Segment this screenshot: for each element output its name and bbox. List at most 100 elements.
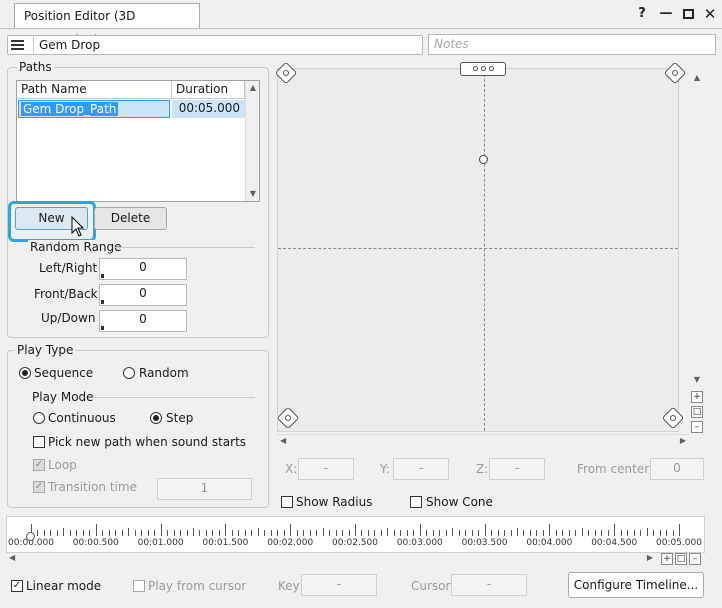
zoom-out-icon[interactable]: – <box>691 421 703 433</box>
duration-cell[interactable]: 00:05.000 <box>172 100 245 118</box>
timeline-ticks: 00:00.000 00:00.500 00:01.000 00:01.500 00:0… <box>7 517 704 552</box>
timeline-minor-tick <box>180 530 182 536</box>
cursor-input[interactable]: - <box>451 574 527 596</box>
sequence-radio[interactable] <box>19 367 31 379</box>
position-handle[interactable] <box>479 155 488 164</box>
left-right-value: 0 <box>139 260 147 274</box>
timeline-minor-tick <box>238 530 240 536</box>
menu-icon[interactable] <box>11 39 24 52</box>
timeline-scrollbar[interactable]: ◀ ▶ <box>6 553 656 565</box>
timeline-minor-tick <box>76 530 78 536</box>
front-back-slider[interactable]: 0 <box>99 284 187 306</box>
configure-timeline-button[interactable]: Configure Timeline... <box>568 572 704 598</box>
timeline-minor-tick <box>432 530 434 536</box>
show-radius-checkbox[interactable] <box>281 496 293 508</box>
linear-mode-checkbox[interactable]: ✓ <box>11 580 23 592</box>
column-duration[interactable]: Duration <box>172 81 245 99</box>
timeline-minor-tick <box>465 530 467 536</box>
timeline-minor-tick <box>231 530 233 536</box>
timeline-minor-tick <box>43 530 45 536</box>
key-input[interactable]: - <box>301 574 377 596</box>
slider-thumb[interactable] <box>101 300 104 304</box>
help-icon[interactable]: ? <box>634 6 650 22</box>
timeline-minor-tick <box>329 530 331 536</box>
slider-thumb[interactable] <box>101 274 104 278</box>
timeline-zoom-in-icon[interactable]: + <box>661 553 673 565</box>
zoom-fit-icon[interactable]: □ <box>691 406 703 418</box>
sequence-label[interactable]: Sequence <box>34 366 93 380</box>
continuous-label[interactable]: Continuous <box>48 411 116 425</box>
z-input[interactable]: - <box>489 458 545 480</box>
from-center-input[interactable]: 0 <box>650 458 704 480</box>
timeline-minor-tick <box>50 530 52 536</box>
x-input[interactable]: - <box>298 458 354 480</box>
timeline-ruler[interactable]: 00:00.000 00:00.500 00:01.000 00:01.500 00:0… <box>6 516 705 553</box>
zoom-in-icon[interactable]: + <box>691 391 703 403</box>
scroll-up-icon[interactable]: ▲ <box>246 82 260 94</box>
timeline-minor-tick <box>154 530 156 536</box>
scroll-left-icon[interactable]: ◀ <box>9 553 15 562</box>
random-radio[interactable] <box>123 367 135 379</box>
timeline-minor-tick <box>517 528 518 536</box>
step-radio[interactable] <box>150 412 162 424</box>
timeline-zoom-out-icon[interactable]: – <box>689 553 701 565</box>
timeline-minor-tick <box>646 528 648 536</box>
list-scrollbar[interactable]: ▲ ▼ <box>245 81 259 201</box>
up-down-slider[interactable]: 0 <box>99 310 187 332</box>
table-row[interactable]: Gem Drop_Path <box>18 100 170 118</box>
pick-new-path-label[interactable]: Pick new path when sound starts <box>48 435 246 449</box>
timeline-minor-tick <box>69 530 71 536</box>
continuous-radio[interactable] <box>33 412 45 424</box>
window-tab[interactable]: Position Editor (3D Automation) <box>14 3 200 47</box>
timeline-minor-tick <box>653 530 655 536</box>
show-cone-checkbox[interactable] <box>410 496 422 508</box>
timeline-minor-tick <box>277 530 279 536</box>
step-label[interactable]: Step <box>166 411 193 425</box>
position-canvas[interactable] <box>277 68 679 432</box>
timeline-minor-tick <box>63 528 65 536</box>
scroll-up-icon[interactable]: ▲ <box>690 72 704 84</box>
minimize-icon[interactable]: — <box>658 6 674 22</box>
play-from-cursor-checkbox[interactable] <box>133 580 145 592</box>
random-range-legend: Random Range <box>28 240 124 254</box>
event-name-box[interactable]: Gem Drop <box>7 35 423 55</box>
timeline-minor-tick <box>575 530 577 536</box>
scroll-left-icon[interactable]: ◀ <box>280 436 286 445</box>
slider-thumb[interactable] <box>101 326 104 330</box>
scroll-right-icon[interactable]: ▶ <box>647 553 653 562</box>
paths-legend: Paths <box>17 60 54 74</box>
close-icon[interactable]: ✕ <box>702 6 718 22</box>
timeline-tick-label: 00:02.500 <box>332 538 378 548</box>
scroll-down-icon[interactable]: ▼ <box>690 374 704 386</box>
show-cone-label[interactable]: Show Cone <box>426 495 493 509</box>
timeline-cursor-handle[interactable] <box>26 532 35 541</box>
random-label[interactable]: Random <box>139 366 189 380</box>
path-name-cell[interactable]: Gem Drop_Path <box>21 102 119 116</box>
column-path-name[interactable]: Path Name <box>17 81 172 99</box>
show-radius-label[interactable]: Show Radius <box>296 495 372 509</box>
timeline-minor-tick <box>620 530 622 536</box>
timeline-minor-tick <box>594 530 596 536</box>
canvas-horizontal-scrollbar[interactable]: ◀ ▶ <box>277 434 689 448</box>
timeline-minor-tick <box>199 530 201 536</box>
maximize-icon[interactable] <box>680 6 696 22</box>
linear-mode-label[interactable]: Linear mode <box>26 579 101 593</box>
canvas-vertical-scrollbar[interactable]: ▲ ▼ <box>690 68 704 390</box>
transition-time-slider[interactable]: 1 <box>157 478 252 500</box>
key-label: Key <box>278 579 300 593</box>
transition-time-checkbox[interactable]: ✓ <box>33 481 45 493</box>
scroll-down-icon[interactable]: ▼ <box>246 188 260 200</box>
loop-checkbox[interactable]: ✓ <box>33 459 45 471</box>
pick-new-path-checkbox[interactable] <box>33 436 45 448</box>
y-input[interactable]: - <box>393 458 449 480</box>
timeline-minor-tick <box>296 530 298 536</box>
timeline-minor-tick <box>542 530 544 536</box>
title-bar: Position Editor (3D Automation) ? — ✕ <box>0 0 722 47</box>
timeline-minor-tick <box>102 530 104 536</box>
left-right-slider[interactable]: 0 <box>99 258 187 280</box>
delete-path-button[interactable]: Delete <box>94 207 167 230</box>
paths-list[interactable]: Path Name Duration Gem Drop_Path 00:05.0… <box>16 80 260 202</box>
timeline-zoom-fit-icon[interactable]: □ <box>675 553 687 565</box>
notes-input[interactable]: Notes <box>428 34 716 55</box>
scroll-right-icon[interactable]: ▶ <box>680 436 686 445</box>
